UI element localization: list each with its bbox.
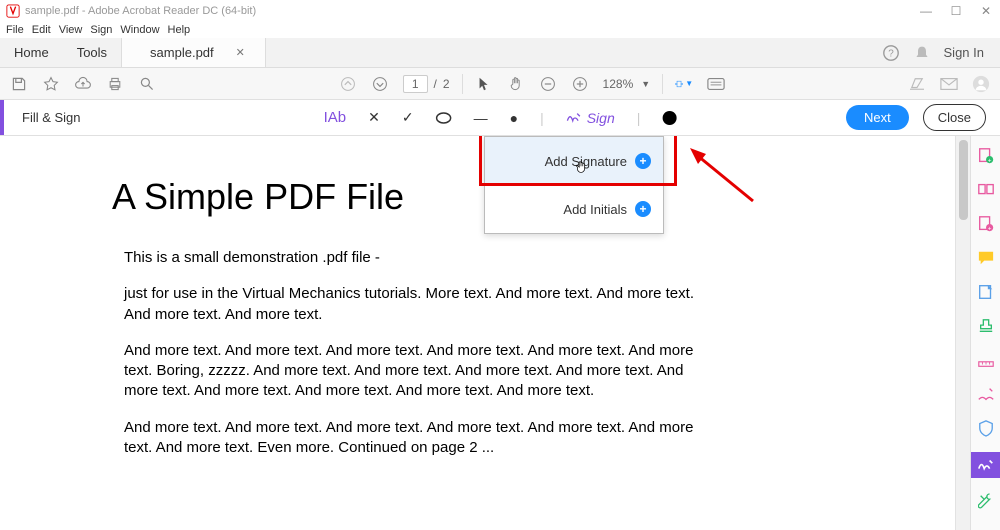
page-current[interactable]: 1 — [403, 75, 428, 93]
protect-icon[interactable] — [976, 418, 996, 438]
paragraph: just for use in the Virtual Mechanics tu… — [124, 284, 720, 325]
edit-pdf-icon[interactable]: + — [976, 214, 996, 234]
color-picker[interactable] — [662, 111, 676, 125]
share-icon[interactable] — [976, 282, 996, 302]
maximize-button[interactable]: ☐ — [948, 4, 964, 18]
minimize-button[interactable]: — — [918, 4, 934, 18]
document-tab-label: sample.pdf — [150, 45, 214, 60]
check-tool[interactable]: ✓ — [402, 109, 414, 126]
select-tool-icon[interactable] — [475, 75, 493, 93]
read-mode-icon[interactable] — [707, 75, 725, 93]
more-tools-icon[interactable] — [976, 492, 996, 512]
mail-icon[interactable] — [940, 75, 958, 93]
create-pdf-icon[interactable]: + — [976, 146, 996, 166]
menu-edit[interactable]: Edit — [32, 24, 51, 36]
circle-tool[interactable] — [436, 112, 452, 124]
page-up-icon[interactable] — [339, 75, 357, 93]
page-indicator: 1 / 2 — [403, 75, 450, 93]
document-area[interactable]: A Simple PDF File This is a small demons… — [0, 136, 955, 530]
titlebar: sample.pdf - Adobe Acrobat Reader DC (64… — [0, 0, 1000, 22]
stamp-icon[interactable] — [976, 316, 996, 336]
menu-sign[interactable]: Sign — [90, 24, 112, 36]
hand-tool-icon[interactable] — [507, 75, 525, 93]
next-button[interactable]: Next — [846, 105, 909, 130]
menubar: File Edit View Sign Window Help — [0, 22, 1000, 38]
menu-view[interactable]: View — [59, 24, 83, 36]
line-tool[interactable]: — — [474, 110, 488, 126]
help-icon[interactable]: ? — [882, 44, 900, 62]
menu-window[interactable]: Window — [120, 24, 159, 36]
separator — [462, 74, 463, 94]
measure-icon[interactable] — [976, 350, 996, 370]
home-tab[interactable]: Home — [0, 38, 63, 67]
main-toolbar: 1 / 2 128%▼ ▼ — [0, 68, 1000, 100]
side-panel: + + — [970, 136, 1000, 530]
close-window-button[interactable]: ✕ — [978, 4, 994, 18]
svg-text:?: ? — [888, 48, 894, 59]
zoom-level[interactable]: 128%▼ — [603, 77, 651, 91]
window-title: sample.pdf - Adobe Acrobat Reader DC (64… — [25, 5, 256, 17]
tab-strip: Home Tools sample.pdf ✕ ? Sign In — [0, 38, 1000, 68]
svg-text:+: + — [987, 157, 991, 164]
paragraph: This is a small demonstration .pdf file … — [124, 248, 720, 268]
combine-icon[interactable] — [976, 180, 996, 200]
fill-sign-panel-icon[interactable] — [971, 452, 1000, 478]
scrollbar[interactable] — [955, 136, 970, 530]
workspace: A Simple PDF File This is a small demons… — [0, 136, 1000, 530]
document-tab[interactable]: sample.pdf ✕ — [121, 38, 266, 67]
fill-sign-label: Fill & Sign — [4, 110, 99, 125]
print-icon[interactable] — [106, 75, 124, 93]
profile-icon[interactable] — [972, 75, 990, 93]
add-initials-label: Add Initials — [563, 202, 627, 217]
plus-icon: + — [635, 153, 651, 169]
text-tool[interactable]: IAb — [324, 109, 347, 126]
page-total: 2 — [443, 77, 450, 91]
paragraph: And more text. And more text. And more t… — [124, 341, 720, 402]
app-icon — [6, 4, 20, 18]
erase-icon[interactable] — [908, 75, 926, 93]
search-icon[interactable] — [138, 75, 156, 93]
page-sep: / — [434, 77, 437, 91]
tools-tab[interactable]: Tools — [63, 38, 121, 67]
cursor-pointer-icon — [574, 160, 588, 176]
svg-text:+: + — [987, 225, 991, 232]
menu-help[interactable]: Help — [168, 24, 191, 36]
sign-button[interactable]: Sign — [566, 110, 615, 126]
bell-icon[interactable] — [914, 45, 930, 61]
zoom-in-icon[interactable] — [571, 75, 589, 93]
plus-icon: + — [635, 201, 651, 217]
comment-icon[interactable] — [976, 248, 996, 268]
cross-tool[interactable]: ✕ — [368, 109, 380, 126]
dot-tool[interactable]: ● — [510, 110, 518, 126]
star-icon[interactable] — [42, 75, 60, 93]
close-button[interactable]: Close — [923, 104, 986, 131]
save-icon[interactable] — [10, 75, 28, 93]
paragraph: And more text. And more text. And more t… — [124, 418, 720, 459]
sign-dropdown: Add Signature + Add Initials + — [484, 136, 664, 234]
menu-file[interactable]: File — [6, 24, 24, 36]
chevron-down-icon: ▼ — [641, 79, 650, 89]
certificates-icon[interactable] — [976, 384, 996, 404]
cloud-icon[interactable] — [74, 75, 92, 93]
fit-width-icon[interactable]: ▼ — [675, 75, 693, 93]
separator — [662, 74, 663, 94]
sign-in-link[interactable]: Sign In — [944, 45, 984, 60]
add-initials-item[interactable]: Add Initials + — [485, 185, 663, 233]
scrollbar-thumb[interactable] — [959, 140, 968, 220]
fill-sign-bar: Fill & Sign IAb ✕ ✓ — ● | Sign | Next Cl… — [0, 100, 1000, 136]
zoom-out-icon[interactable] — [539, 75, 557, 93]
close-tab-icon[interactable]: ✕ — [236, 46, 245, 59]
page-down-icon[interactable] — [371, 75, 389, 93]
window-controls: — ☐ ✕ — [918, 4, 994, 18]
fill-sign-tools: IAb ✕ ✓ — ● | Sign | — [324, 109, 677, 126]
annotation-arrow — [688, 146, 758, 206]
